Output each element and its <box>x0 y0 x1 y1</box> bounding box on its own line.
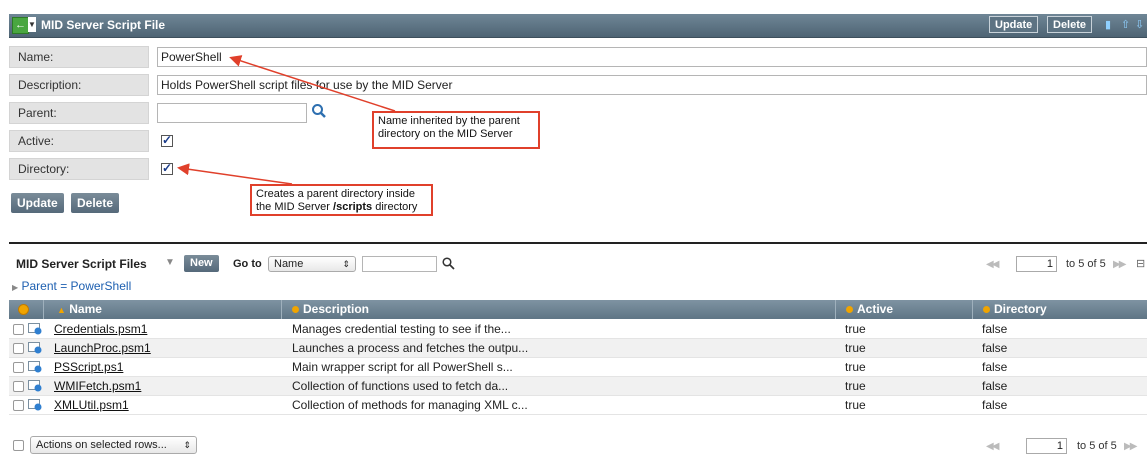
record-preview-icon[interactable] <box>28 361 42 373</box>
column-label-description: Description <box>303 302 370 316</box>
row-description: Main wrapper script for all PowerShell s… <box>292 360 513 374</box>
goto-label: Go to <box>233 258 262 270</box>
column-menu-icon <box>846 306 853 313</box>
column-divider <box>43 300 44 319</box>
row-checkbox[interactable] <box>13 400 24 411</box>
next-page-icon[interactable]: ▶▶ <box>1113 259 1126 270</box>
column-divider <box>972 300 973 319</box>
column-menu-icon <box>292 306 299 313</box>
name-annotation-callout: Name inherited by the parent directory o… <box>372 111 540 149</box>
row-name-link[interactable]: Credentials.psm1 <box>54 322 147 336</box>
first-page-icon[interactable]: ◀◀ <box>986 441 999 452</box>
table-header: ▲ Name Description Active Directory <box>9 300 1147 319</box>
search-icon[interactable] <box>442 257 455 273</box>
section-divider <box>9 242 1147 244</box>
row-description: Collection of methods for managing XML c… <box>292 398 528 412</box>
row-active: true <box>845 398 866 412</box>
directory-annotation-suffix: directory <box>372 201 418 213</box>
column-menu-icon <box>983 306 990 313</box>
table-row[interactable]: Credentials.psm1 Manages credential testi… <box>9 320 1147 339</box>
record-preview-icon[interactable] <box>28 399 42 411</box>
select-chevron-icon: ⇕ <box>342 259 350 269</box>
row-description: Manages credential testing to see if the… <box>292 322 511 336</box>
row-directory: false <box>982 379 1008 393</box>
row-name-link[interactable]: PSScript.ps1 <box>54 360 123 374</box>
column-header-name[interactable]: ▲ Name <box>57 302 102 316</box>
row-description: Launches a process and fetches the outpu… <box>292 341 529 355</box>
select-chevron-icon: ⇕ <box>183 440 191 450</box>
table-row[interactable]: LaunchProc.psm1 Launches a process and fe… <box>9 339 1147 358</box>
row-directory: false <box>982 360 1008 374</box>
page-number-input[interactable]: 1 <box>1016 256 1057 272</box>
record-preview-icon[interactable] <box>28 342 42 354</box>
row-active: true <box>845 360 866 374</box>
actions-select[interactable]: Actions on selected rows... ⇕ <box>30 436 197 454</box>
table-row[interactable]: XMLUtil.psm1 Collection of methods for ma… <box>9 396 1147 415</box>
row-active: true <box>845 322 866 336</box>
sort-ascending-icon: ▲ <box>57 305 66 315</box>
goto-field-select[interactable]: Name ⇕ <box>268 256 356 272</box>
column-header-active[interactable]: Active <box>846 302 893 316</box>
row-directory: false <box>982 398 1008 412</box>
breadcrumb-chevron-icon: ▶ <box>12 283 19 292</box>
breadcrumb[interactable]: ▶ Parent = PowerShell <box>12 279 131 293</box>
list-settings-gear-icon[interactable] <box>18 304 29 315</box>
row-checkbox[interactable] <box>13 381 24 392</box>
column-divider <box>835 300 836 319</box>
row-directory: false <box>982 322 1008 336</box>
row-description: Collection of functions used to fetch da… <box>292 379 509 393</box>
directory-annotation-line-1: Creates a parent directory inside <box>256 188 415 200</box>
column-header-description[interactable]: Description <box>292 302 369 316</box>
row-name-link[interactable]: XMLUtil.psm1 <box>54 398 129 412</box>
list-title[interactable]: MID Server Script Files <box>16 257 147 271</box>
actions-select-label: Actions on selected rows... <box>36 439 167 451</box>
row-checkbox[interactable] <box>13 343 24 354</box>
column-label-directory: Directory <box>994 302 1047 316</box>
row-active: true <box>845 341 866 355</box>
collapse-icon[interactable]: ⊟ <box>1136 257 1145 270</box>
column-label-active: Active <box>857 302 894 316</box>
list-menu-chevron-down-icon[interactable]: ▼ <box>165 257 175 268</box>
page-number-input[interactable]: 1 <box>1026 438 1067 454</box>
column-label-name: Name <box>69 302 102 316</box>
table-row[interactable]: PSScript.ps1 Main wrapper script for all … <box>9 358 1147 377</box>
next-page-icon[interactable]: ▶▶ <box>1124 441 1137 452</box>
first-page-icon[interactable]: ◀◀ <box>986 259 999 270</box>
row-directory: false <box>982 341 1008 355</box>
record-preview-icon[interactable] <box>28 323 42 335</box>
column-header-directory[interactable]: Directory <box>983 302 1047 316</box>
goto-field-value: Name <box>274 258 304 270</box>
pagination-range: to 5 of 5 <box>1077 440 1117 452</box>
pagination-range: to 5 of 5 <box>1066 258 1106 270</box>
column-divider <box>281 300 282 319</box>
row-checkbox[interactable] <box>13 324 24 335</box>
directory-annotation-bold: /scripts <box>333 201 373 213</box>
directory-annotation-callout: Creates a parent directory inside the MI… <box>250 184 433 216</box>
row-active: true <box>845 379 866 393</box>
table-row[interactable]: WMIFetch.psm1 Collection of functions use… <box>9 377 1147 396</box>
new-button[interactable]: New <box>184 255 219 272</box>
record-preview-icon[interactable] <box>28 380 42 392</box>
select-all-checkbox[interactable] <box>13 440 24 451</box>
row-name-link[interactable]: LaunchProc.psm1 <box>54 341 151 355</box>
directory-annotation-line-2: the MID Server /scripts directory <box>256 201 427 214</box>
row-checkbox[interactable] <box>13 362 24 373</box>
breadcrumb-filter[interactable]: Parent = PowerShell <box>22 279 132 293</box>
goto-search-input[interactable] <box>362 256 437 272</box>
row-name-link[interactable]: WMIFetch.psm1 <box>54 379 141 393</box>
directory-annotation-prefix: the MID Server <box>256 201 334 213</box>
